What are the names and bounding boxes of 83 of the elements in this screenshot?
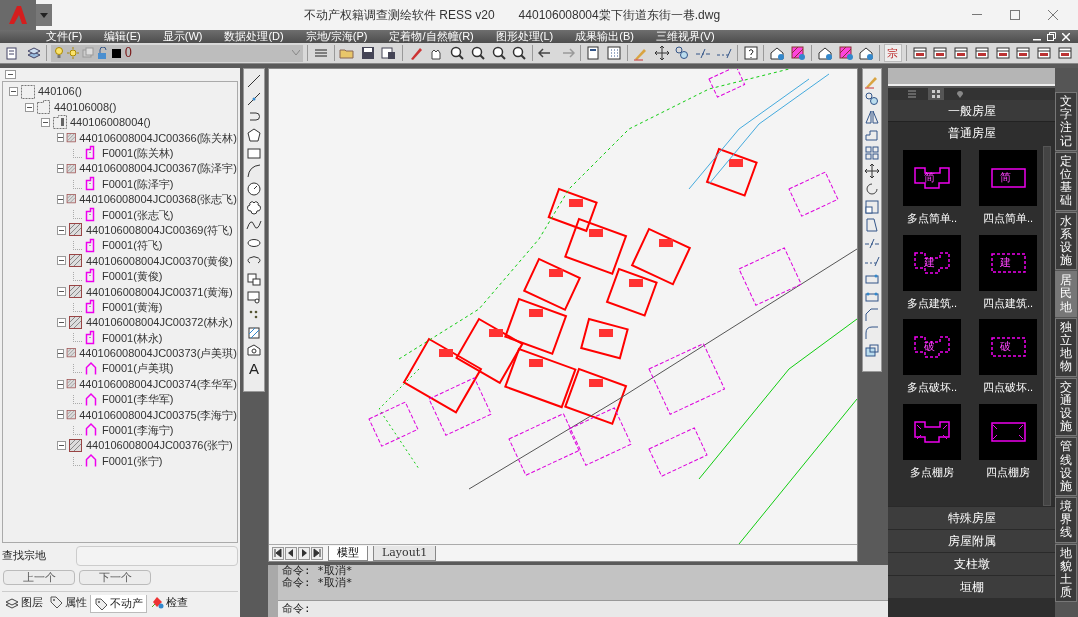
menu-item[interactable]: 定着物/自然幢(R): [389, 30, 474, 43]
nav-button[interactable]: 上一个: [3, 570, 75, 585]
tree-item[interactable]: 440106008004JC00367(陈泽宇): [79, 160, 237, 177]
panel-tab[interactable]: 检查: [147, 593, 191, 611]
template-label: 多点棚房: [910, 464, 954, 480]
tree-item[interactable]: F0001(符飞): [102, 237, 163, 254]
tree-item[interactable]: 440106008004JC00376(张宁): [86, 437, 233, 454]
thumbnail-glyph: 建: [1000, 254, 1011, 269]
tree-item[interactable]: F0001(张宁): [102, 452, 163, 470]
tree-item[interactable]: F0001(卢美琪): [102, 360, 174, 377]
menu-item[interactable]: 宗地/宗海(P): [305, 30, 368, 43]
template-label: 多点破坏..: [906, 380, 958, 395]
thumbnail-glyph: 简: [1000, 170, 1011, 184]
menu-item[interactable]: 图形处理(L): [495, 30, 554, 43]
template-thumbnail[interactable]: 简: [903, 150, 961, 206]
panel-tab[interactable]: 图层: [2, 593, 46, 611]
palette-side-tab[interactable]: 文字注记: [1055, 92, 1077, 151]
template-thumbnail[interactable]: 建: [903, 234, 961, 291]
layout-tab[interactable]: Layout1: [373, 545, 437, 561]
template-thumbnail[interactable]: 破: [903, 319, 961, 375]
command-prompt: 命令:: [282, 600, 311, 617]
tree-item[interactable]: F0001(李华军): [102, 391, 174, 408]
layout-tab[interactable]: 模型: [328, 545, 368, 561]
tree-item[interactable]: 440106008004JC00373(卢美琪): [79, 345, 237, 362]
menu-item[interactable]: 成果输出(B): [575, 30, 634, 43]
menu-item[interactable]: 三维视界(V): [655, 30, 715, 43]
tree-item[interactable]: F0001(黄俊): [102, 268, 163, 285]
tree-item[interactable]: F0001(黄海): [102, 298, 163, 316]
template-thumbnail[interactable]: 简: [979, 150, 1037, 206]
tree-item[interactable]: 440106008004JC00374(李华军): [79, 375, 237, 393]
tree-item[interactable]: 440106008004JC00371(黄海): [86, 283, 233, 301]
palette-side-tab[interactable]: 地貌土质: [1055, 543, 1077, 603]
template-thumbnail[interactable]: 建: [979, 234, 1037, 291]
tree-item[interactable]: 440106(): [38, 83, 83, 100]
palette-group-header[interactable]: 特殊房屋: [888, 506, 1055, 529]
palette-side-tab[interactable]: 管线设施: [1055, 437, 1077, 497]
menu-item[interactable]: 数据处理(D): [224, 30, 284, 43]
palette-group-header[interactable]: 支柱墩: [888, 552, 1055, 575]
tree-item[interactable]: 440106008004JC00369(符飞): [86, 221, 233, 239]
thumbnail-glyph: 建: [924, 254, 935, 269]
tree-item[interactable]: 440106008004JC00375(李海宁): [79, 406, 237, 424]
menu-item[interactable]: 编辑(E): [104, 30, 141, 43]
tree-item[interactable]: F0001(陈泽宇): [102, 175, 174, 193]
nav-button[interactable]: 下一个: [79, 570, 151, 585]
template-label: 多点简单..: [906, 211, 958, 226]
template-label: 四点建筑..: [982, 295, 1034, 311]
tree-item[interactable]: 440106008004(): [70, 114, 151, 131]
thumbnail-glyph: 破: [1000, 339, 1011, 353]
tree-item[interactable]: 440106008(): [54, 98, 117, 116]
thumbnail-glyph: 破: [924, 339, 935, 353]
template-thumbnail[interactable]: 破: [979, 319, 1037, 375]
panel-tab[interactable]: 属性: [46, 593, 90, 611]
palette-group-header[interactable]: 房屋附属: [888, 529, 1055, 552]
palette-side-tab[interactable]: 独立地物: [1055, 317, 1077, 377]
tree-item[interactable]: 440106008004JC00370(黄俊): [86, 252, 233, 270]
tree-item[interactable]: F0001(陈关林): [102, 145, 174, 162]
palette-side-tab[interactable]: 居民地: [1055, 271, 1077, 317]
palette-side-tab[interactable]: 水系设施: [1055, 211, 1077, 271]
palette-side-tab[interactable]: 境界线: [1055, 497, 1077, 543]
palette-section-header[interactable]: 一般房屋: [888, 100, 1055, 122]
parcel-button[interactable]: 宗: [884, 44, 902, 62]
menu-item[interactable]: 文件(F): [46, 30, 83, 43]
palette-side-tab[interactable]: 定位基础: [1055, 151, 1077, 211]
window-title: 不动产权籍调查测绘软件 RESS v20 440106008004棠下街道东街一巷.dwg: [302, 7, 722, 24]
panel-tab[interactable]: 不动产: [90, 595, 147, 613]
menu-item[interactable]: 显示(W): [162, 30, 203, 43]
palette-side-tab[interactable]: 交通设施: [1055, 377, 1077, 437]
tree-item[interactable]: 440106008004JC00372(林永): [86, 314, 233, 331]
thumbnail-glyph: 简: [924, 170, 935, 184]
layer-dropdown[interactable]: 0: [51, 44, 303, 62]
tree-item[interactable]: F0001(林永): [102, 329, 163, 347]
template-label: 多点建筑..: [906, 295, 958, 311]
tree-item[interactable]: 440106008004JC00368(张志飞): [79, 191, 237, 208]
tree-item[interactable]: F0001(张志飞): [102, 206, 174, 224]
palette-group-header[interactable]: 垣棚: [888, 575, 1055, 598]
find-parcel-label: 查找宗地: [2, 548, 47, 564]
template-label: 四点棚房: [986, 464, 1030, 480]
template-label: 四点破坏..: [982, 380, 1034, 395]
tree-item[interactable]: 440106008004JC00366(陈关林): [79, 129, 237, 147]
drawing-canvas[interactable]: 模型 Layout1: [268, 68, 858, 562]
text-tool-button[interactable]: A: [246, 361, 262, 377]
template-label: 四点简单..: [982, 211, 1034, 226]
tree-item[interactable]: F0001(李海宁): [102, 422, 174, 439]
